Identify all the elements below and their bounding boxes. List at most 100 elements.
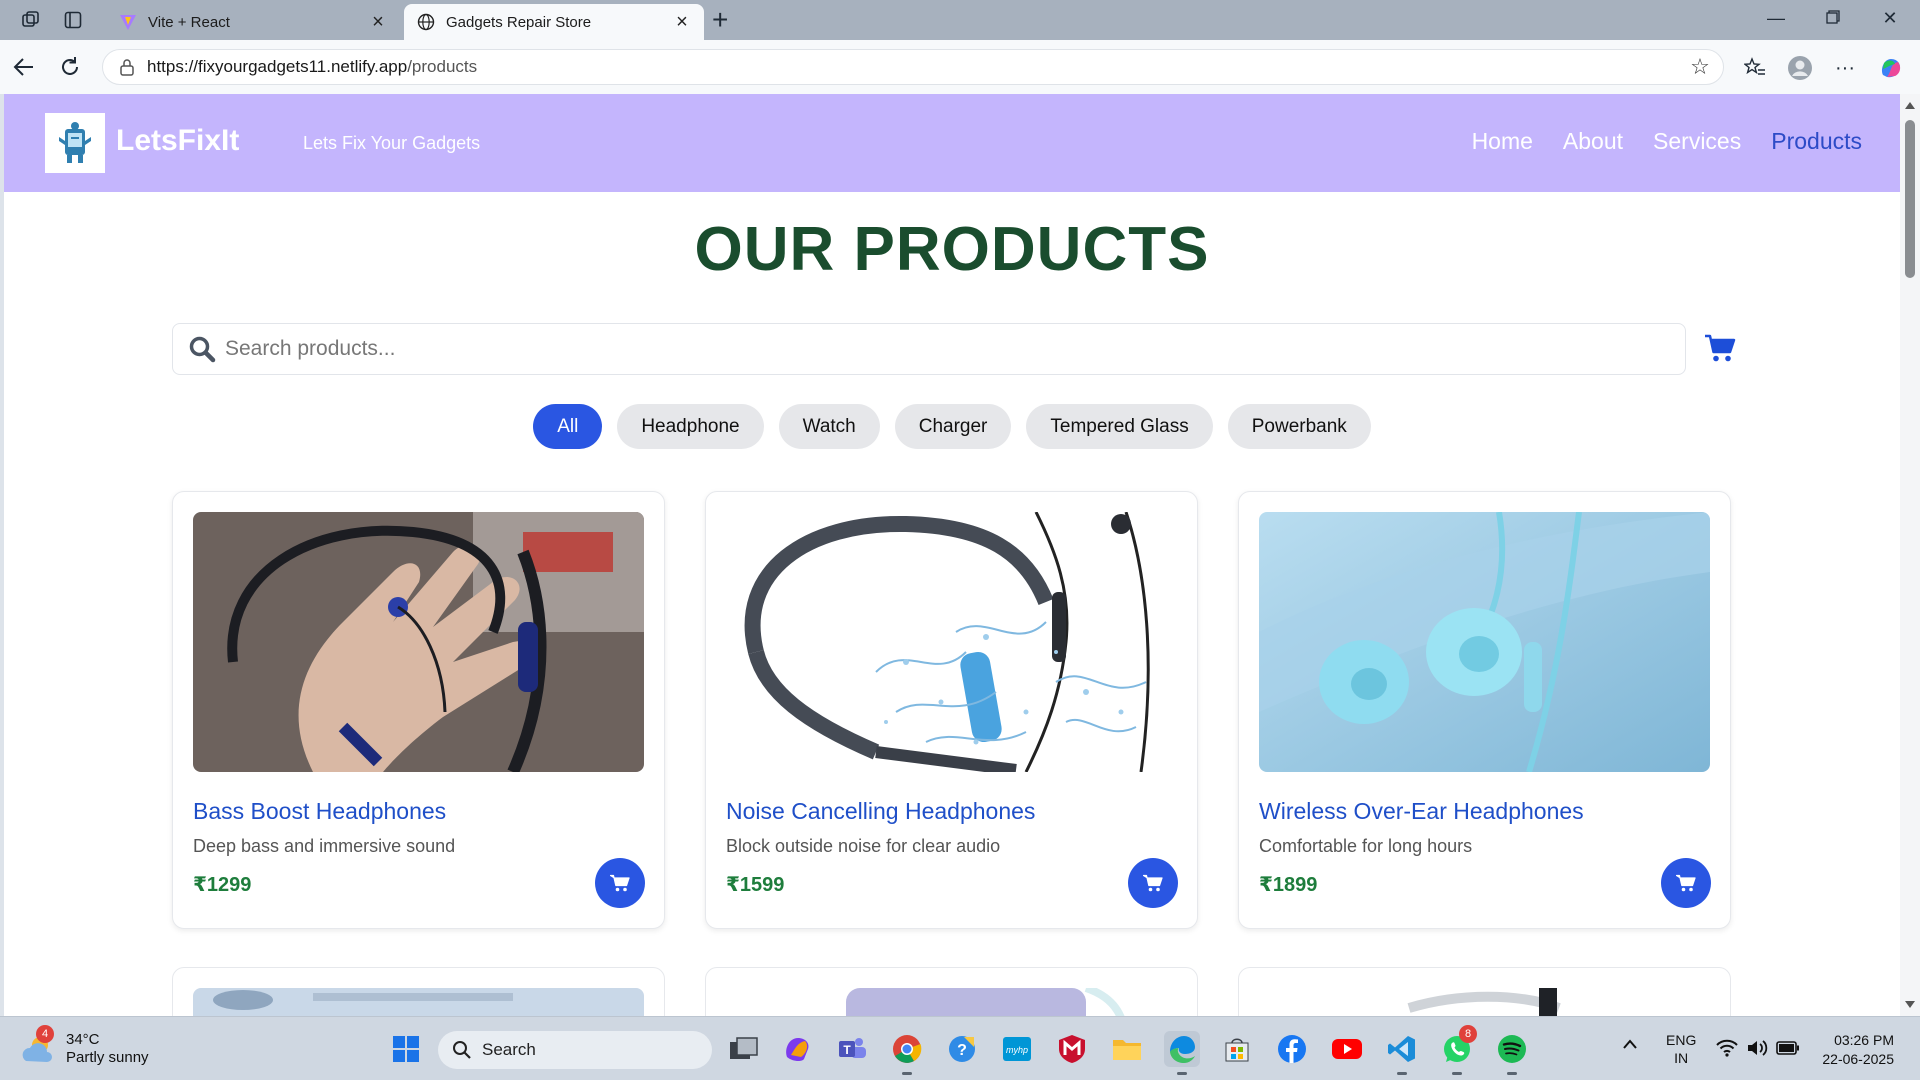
mcafee-icon[interactable] bbox=[1054, 1031, 1090, 1067]
product-card[interactable]: Noise Cancelling Headphones Block outsid… bbox=[705, 491, 1198, 929]
product-description: Block outside noise for clear audio bbox=[726, 836, 1001, 856]
volume-icon[interactable] bbox=[1746, 1039, 1768, 1060]
whatsapp-icon[interactable]: 8 bbox=[1439, 1025, 1477, 1075]
taskbar-search-label: Search bbox=[482, 1040, 536, 1059]
site-brand[interactable]: LetsFixIt bbox=[116, 124, 239, 158]
scroll-up-icon[interactable] bbox=[1905, 102, 1915, 109]
category-filters: All Headphone Watch Charger Tempered Gla… bbox=[4, 404, 1900, 449]
page-title: OUR PRODUCTS bbox=[694, 215, 1210, 284]
clock-date: 22-06-2025 bbox=[1822, 1051, 1894, 1067]
product-image bbox=[193, 512, 644, 772]
tab-title: Vite + React bbox=[148, 13, 230, 31]
chrome-icon[interactable] bbox=[889, 1031, 925, 1075]
region-code: IN bbox=[1674, 1050, 1689, 1066]
file-explorer-icon[interactable] bbox=[1109, 1031, 1145, 1067]
profile-icon[interactable] bbox=[1785, 53, 1815, 83]
tab-gadgets-repair-store[interactable]: Gadgets Repair Store × bbox=[404, 4, 704, 40]
nav-home[interactable]: Home bbox=[1472, 128, 1533, 155]
new-tab-icon[interactable]: + bbox=[712, 4, 728, 36]
windows-taskbar: 4 34°C Partly sunny Search T ? myhp 8 EN… bbox=[0, 1016, 1920, 1080]
address-toolbar: https://fixyourgadgets11.netlify.app/pro… bbox=[0, 40, 1920, 94]
product-name[interactable]: Noise Cancelling Headphones bbox=[726, 798, 1035, 825]
scrollbar-thumb[interactable] bbox=[1905, 120, 1915, 278]
help-app-icon[interactable]: ? bbox=[944, 1031, 980, 1067]
wifi-icon[interactable] bbox=[1716, 1039, 1738, 1060]
product-name[interactable]: Wireless Over-Ear Headphones bbox=[1259, 798, 1584, 825]
copilot-icon[interactable] bbox=[1876, 53, 1906, 83]
close-tab-icon[interactable]: × bbox=[672, 11, 692, 34]
add-to-cart-button[interactable] bbox=[595, 858, 645, 908]
weather-condition: Partly sunny bbox=[66, 1049, 149, 1066]
filter-powerbank[interactable]: Powerbank bbox=[1227, 404, 1371, 449]
filter-charger[interactable]: Charger bbox=[894, 404, 1012, 449]
product-image bbox=[193, 988, 644, 1016]
weather-icon: 4 bbox=[20, 1025, 56, 1067]
youtube-icon[interactable] bbox=[1329, 1031, 1365, 1067]
reload-icon[interactable] bbox=[56, 53, 84, 81]
product-image bbox=[726, 512, 1177, 772]
minimize-icon[interactable]: — bbox=[1756, 8, 1796, 29]
system-clock[interactable]: 03:26 PM 22-06-2025 bbox=[1812, 1031, 1894, 1069]
workspaces-icon[interactable] bbox=[18, 8, 44, 32]
product-card[interactable]: Wireless Over-Ear Headphones Comfortable… bbox=[1238, 491, 1731, 929]
product-price: ₹1599 bbox=[726, 874, 785, 896]
add-to-cart-button[interactable] bbox=[1661, 858, 1711, 908]
address-bar[interactable]: https://fixyourgadgets11.netlify.app/pro… bbox=[102, 49, 1724, 85]
start-icon[interactable] bbox=[388, 1031, 424, 1067]
favorite-star-icon[interactable]: ☆ bbox=[1685, 54, 1715, 80]
teams-icon[interactable]: T bbox=[834, 1031, 870, 1067]
url-text: https://fixyourgadgets11.netlify.app/pro… bbox=[147, 57, 478, 76]
product-card[interactable] bbox=[1238, 967, 1731, 1016]
product-card[interactable] bbox=[172, 967, 665, 1016]
product-card[interactable]: Bass Boost Headphones Deep bass and imme… bbox=[172, 491, 665, 929]
restore-icon[interactable] bbox=[1813, 8, 1853, 29]
page-viewport: LetsFixIt Lets Fix Your Gadgets Home Abo… bbox=[4, 94, 1900, 1016]
myhp-icon[interactable]: myhp bbox=[999, 1031, 1035, 1067]
language-indicator[interactable]: ENG IN bbox=[1666, 1031, 1696, 1067]
product-price: ₹1899 bbox=[1259, 874, 1318, 896]
microsoft-store-icon[interactable] bbox=[1219, 1031, 1255, 1067]
favorites-icon[interactable] bbox=[1740, 53, 1770, 83]
cart-icon bbox=[1143, 874, 1163, 892]
site-logo[interactable] bbox=[45, 113, 105, 173]
language-code: ENG bbox=[1666, 1032, 1697, 1048]
svg-text:T: T bbox=[843, 1043, 851, 1057]
cart-icon bbox=[610, 874, 630, 892]
nav-services[interactable]: Services bbox=[1653, 128, 1741, 155]
add-to-cart-button[interactable] bbox=[1128, 858, 1178, 908]
edge-icon[interactable] bbox=[1164, 1031, 1200, 1075]
search-input[interactable] bbox=[225, 337, 1685, 361]
task-view-icon[interactable] bbox=[726, 1031, 762, 1067]
page-scrollbar[interactable] bbox=[1900, 94, 1920, 1016]
filter-all[interactable]: All bbox=[533, 404, 603, 449]
close-window-icon[interactable]: ✕ bbox=[1870, 8, 1910, 29]
back-icon[interactable] bbox=[10, 53, 38, 81]
weather-widget[interactable]: 4 34°C Partly sunny bbox=[20, 1025, 149, 1067]
site-tagline: Lets Fix Your Gadgets bbox=[303, 133, 481, 153]
chevron-up-icon[interactable] bbox=[1622, 1037, 1638, 1053]
search-icon bbox=[187, 334, 217, 364]
product-card[interactable] bbox=[705, 967, 1198, 1016]
filter-tempered-glass[interactable]: Tempered Glass bbox=[1026, 404, 1213, 449]
cart-icon bbox=[1676, 874, 1696, 892]
scroll-down-icon[interactable] bbox=[1905, 1001, 1915, 1008]
nav-about[interactable]: About bbox=[1563, 128, 1623, 155]
copilot-app-icon[interactable] bbox=[780, 1031, 816, 1067]
product-image bbox=[1259, 988, 1710, 1016]
product-name[interactable]: Bass Boost Headphones bbox=[193, 798, 446, 825]
vscode-icon[interactable] bbox=[1384, 1031, 1420, 1075]
facebook-icon[interactable] bbox=[1274, 1031, 1310, 1067]
taskbar-search[interactable]: Search bbox=[438, 1031, 712, 1069]
more-options-icon[interactable]: ··· bbox=[1830, 53, 1860, 83]
battery-icon[interactable] bbox=[1776, 1041, 1800, 1058]
tab-vite-react[interactable]: Vite + React × bbox=[106, 4, 400, 40]
cart-icon[interactable] bbox=[1702, 330, 1738, 366]
close-tab-icon[interactable]: × bbox=[368, 11, 388, 34]
browser-tab-bar: Vite + React × Gadgets Repair Store × + … bbox=[0, 0, 1920, 40]
site-info-icon[interactable] bbox=[117, 57, 137, 77]
nav-products[interactable]: Products bbox=[1771, 128, 1862, 155]
spotify-icon[interactable] bbox=[1494, 1031, 1530, 1075]
filter-headphone[interactable]: Headphone bbox=[617, 404, 764, 449]
vertical-tabs-icon[interactable] bbox=[60, 8, 86, 32]
filter-watch[interactable]: Watch bbox=[778, 404, 880, 449]
